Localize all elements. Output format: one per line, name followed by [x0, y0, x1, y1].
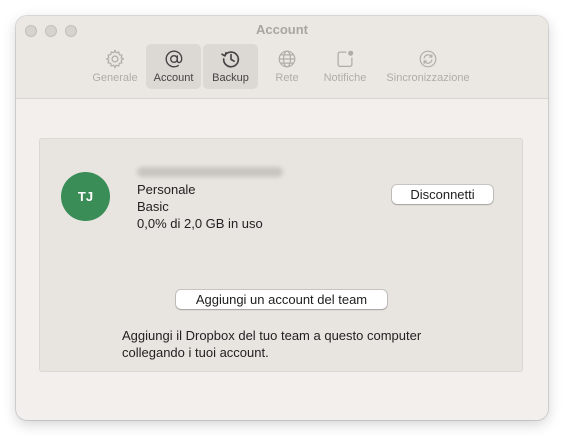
- gear-icon: [105, 49, 125, 69]
- sync-icon: [419, 50, 437, 68]
- add-team-account-button[interactable]: Aggiungi un account del team: [176, 290, 387, 309]
- account-email-redacted: [137, 167, 283, 177]
- globe-icon: [278, 50, 296, 68]
- tab-sincronizzazione-label: Sincronizzazione: [386, 72, 470, 84]
- tab-rete-label: Rete: [275, 72, 299, 84]
- tab-generale[interactable]: Generale: [86, 44, 144, 89]
- account-storage-usage: 0,0% di 2,0 GB in uso: [137, 216, 263, 231]
- tab-notifiche-label: Notifiche: [323, 72, 367, 84]
- tab-backup-label: Backup: [212, 72, 249, 84]
- notification-badge-icon: [337, 50, 354, 67]
- team-account-description: Aggiungi il Dropbox del tuo team a quest…: [122, 328, 422, 360]
- tab-rete[interactable]: Rete: [264, 44, 310, 89]
- title-bar: Account Generale Account Backup Rete Not…: [16, 16, 548, 99]
- tab-notifiche[interactable]: Notifiche: [316, 44, 374, 89]
- tab-account-label: Account: [153, 72, 194, 84]
- window-title: Account: [256, 22, 308, 37]
- history-clock-icon: [220, 51, 239, 68]
- account-plan-name: Basic: [137, 199, 169, 214]
- tab-backup[interactable]: Backup: [203, 44, 258, 89]
- account-plan-type: Personale: [137, 182, 196, 197]
- disconnect-button[interactable]: Disconnetti: [392, 185, 493, 204]
- tab-account[interactable]: Account: [146, 44, 201, 89]
- account-panel: TJ Personale Basic 0,0% di 2,0 GB in uso…: [39, 138, 523, 372]
- preferences-toolbar: Generale Account Backup Rete Notifiche S…: [16, 44, 548, 90]
- avatar: TJ: [61, 172, 110, 221]
- at-sign-icon: [165, 50, 182, 68]
- preferences-window: Account Generale Account Backup Rete Not…: [16, 16, 548, 420]
- tab-generale-label: Generale: [92, 72, 138, 84]
- tab-sincronizzazione[interactable]: Sincronizzazione: [378, 44, 478, 89]
